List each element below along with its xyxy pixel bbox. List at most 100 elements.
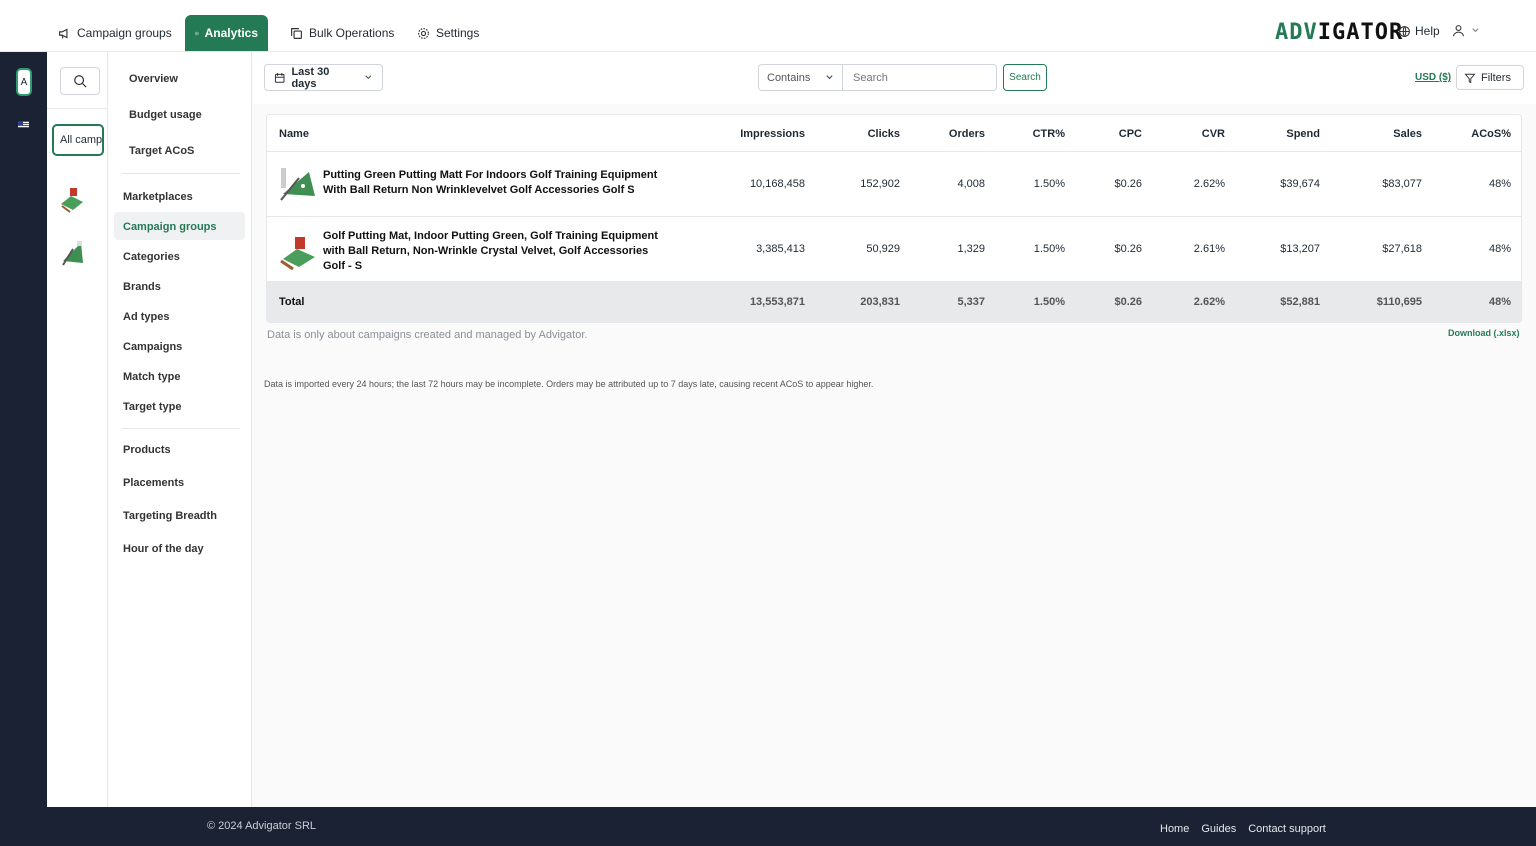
cpc-value: $0.26 [1114,178,1142,190]
total-cvr: 2.62% [1193,296,1225,308]
menu-item-products[interactable]: Products [123,444,171,456]
menu-item-hour-of-the-day[interactable]: Hour of the day [123,543,204,555]
cvr-value: 2.61% [1193,243,1225,255]
product-name: Putting Green Putting Matt For Indoors G… [323,169,658,196]
tab-analytics[interactable]: Analytics [185,15,268,51]
tab-settings[interactable]: Settings [407,15,489,51]
product-image [280,168,315,201]
cpc-value: $0.26 [1114,243,1142,255]
column-header-clicks[interactable]: Clicks [868,128,900,140]
orders-value: 1,329 [957,243,985,255]
product-thumbnail-icon[interactable] [59,184,85,214]
menu-item-overview[interactable]: Overview [129,73,178,85]
date-range-picker[interactable]: Last 30 days [264,64,383,91]
product-thumbnail-icon[interactable] [59,237,85,267]
tab-campaign-groups[interactable]: Campaign groups [48,15,182,51]
data-scope-note: Data is only about campaigns created and… [267,329,588,341]
campaign-group-column: All campaigns [47,52,108,807]
menu-item-categories[interactable]: Categories [123,251,180,263]
sales-value: $83,077 [1382,178,1422,190]
menu-item-target-type[interactable]: Target type [123,401,181,413]
total-acos: 48% [1488,296,1511,308]
tab-bulk-operations[interactable]: Bulk Operations [280,15,404,51]
divider [122,428,240,429]
menu-item-ad-types[interactable]: Ad types [123,311,169,323]
help-label: Help [1415,24,1440,38]
menu-item-targeting-breadth[interactable]: Targeting Breadth [123,510,217,522]
column-header-name[interactable]: Name [279,128,309,140]
divider [47,108,108,109]
menu-item-marketplaces[interactable]: Marketplaces [123,191,193,203]
menu-item-brands[interactable]: Brands [123,281,161,293]
column-header-acos[interactable]: ACoS% [1471,128,1511,140]
table-total-row: Total 13,553,871 203,831 5,337 1.50% $0.… [267,282,1521,322]
user-menu[interactable] [1452,24,1480,37]
filters-label: Filters [1481,71,1511,84]
search-button[interactable]: Search [1003,64,1047,91]
divider [122,173,240,174]
column-header-sales[interactable]: Sales [1393,128,1422,140]
tab-label: Analytics [204,26,258,40]
menu-item-budget-usage[interactable]: Budget usage [129,109,202,121]
tab-label: Settings [436,26,480,40]
globe-icon [1399,25,1410,37]
ctr-value: 1.50% [1033,243,1065,255]
calendar-icon [274,72,285,83]
table-row[interactable]: Putting Green Putting Matt For Indoors G… [267,152,1521,217]
menu-item-placements[interactable]: Placements [123,477,184,489]
column-header-orders[interactable]: Orders [949,128,985,140]
chevron-down-icon [365,75,372,80]
footer-links: Home Guides Contact support [1160,823,1326,835]
menu-item-campaign-groups[interactable]: Campaign groups [123,221,217,233]
search-icon [74,75,87,88]
search-input[interactable] [842,64,997,91]
column-header-ctr[interactable]: CTR% [1033,128,1065,140]
acos-value: 48% [1488,243,1511,255]
footer-link-contact-support[interactable]: Contact support [1248,823,1326,835]
column-header-cvr[interactable]: CVR [1202,128,1225,140]
copy-icon [291,27,302,39]
brand-logo[interactable]: ADVIGATOR [1275,20,1403,45]
tab-label: Bulk Operations [309,26,395,40]
total-label: Total [279,296,305,308]
account-switcher[interactable]: A [16,68,32,96]
footer-link-home[interactable]: Home [1160,823,1189,835]
column-header-spend[interactable]: Spend [1286,128,1320,140]
top-nav: Campaign groups Analytics Bulk Operation… [0,0,1536,52]
menu-item-campaigns[interactable]: Campaigns [123,341,182,353]
filters-button[interactable]: Filters [1456,65,1524,90]
megaphone-icon [59,28,68,39]
user-icon [1453,25,1464,37]
help-menu[interactable]: Help [1398,24,1440,38]
currency-selector[interactable]: USD ($) [1415,72,1451,83]
table-row[interactable]: Golf Putting Mat, Indoor Putting Green, … [267,217,1521,282]
group-search-button[interactable] [60,67,100,95]
column-header-cpc[interactable]: CPC [1119,128,1142,140]
total-spend: $52,881 [1280,296,1320,308]
analytics-menu: Overview Budget usage Target ACoS Market… [108,52,252,807]
logo-part-main: IGATOR [1317,20,1404,45]
us-flag-icon[interactable] [18,121,29,128]
chart-icon [195,31,199,35]
menu-item-match-type[interactable]: Match type [123,371,180,383]
gear-icon [418,27,429,39]
toolbar: Last 30 days Contains Search USD ($) Fil… [252,52,1536,104]
match-mode-select[interactable]: Contains [758,64,842,91]
campaign-groups-table: Name Impressions Clicks Orders CTR% CPC … [266,114,1522,323]
main-content: Last 30 days Contains Search USD ($) Fil… [252,52,1536,807]
sales-value: $27,618 [1382,243,1422,255]
total-ctr: 1.50% [1033,296,1065,308]
all-campaigns-button[interactable]: All campaigns [52,124,104,156]
acos-value: 48% [1488,178,1511,190]
cvr-value: 2.62% [1193,178,1225,190]
clicks-value: 50,929 [866,243,900,255]
clicks-value: 152,902 [860,178,900,190]
match-mode-value: Contains [767,71,811,84]
column-header-impressions[interactable]: Impressions [740,128,805,140]
download-xlsx-link[interactable]: Download (.xlsx) [1448,328,1520,338]
menu-item-target-acos[interactable]: Target ACoS [129,145,194,157]
logo-part-accent: ADV [1275,20,1318,45]
impressions-value: 3,385,413 [756,243,805,255]
footer-link-guides[interactable]: Guides [1201,823,1236,835]
date-range-label: Last 30 days [291,65,330,90]
